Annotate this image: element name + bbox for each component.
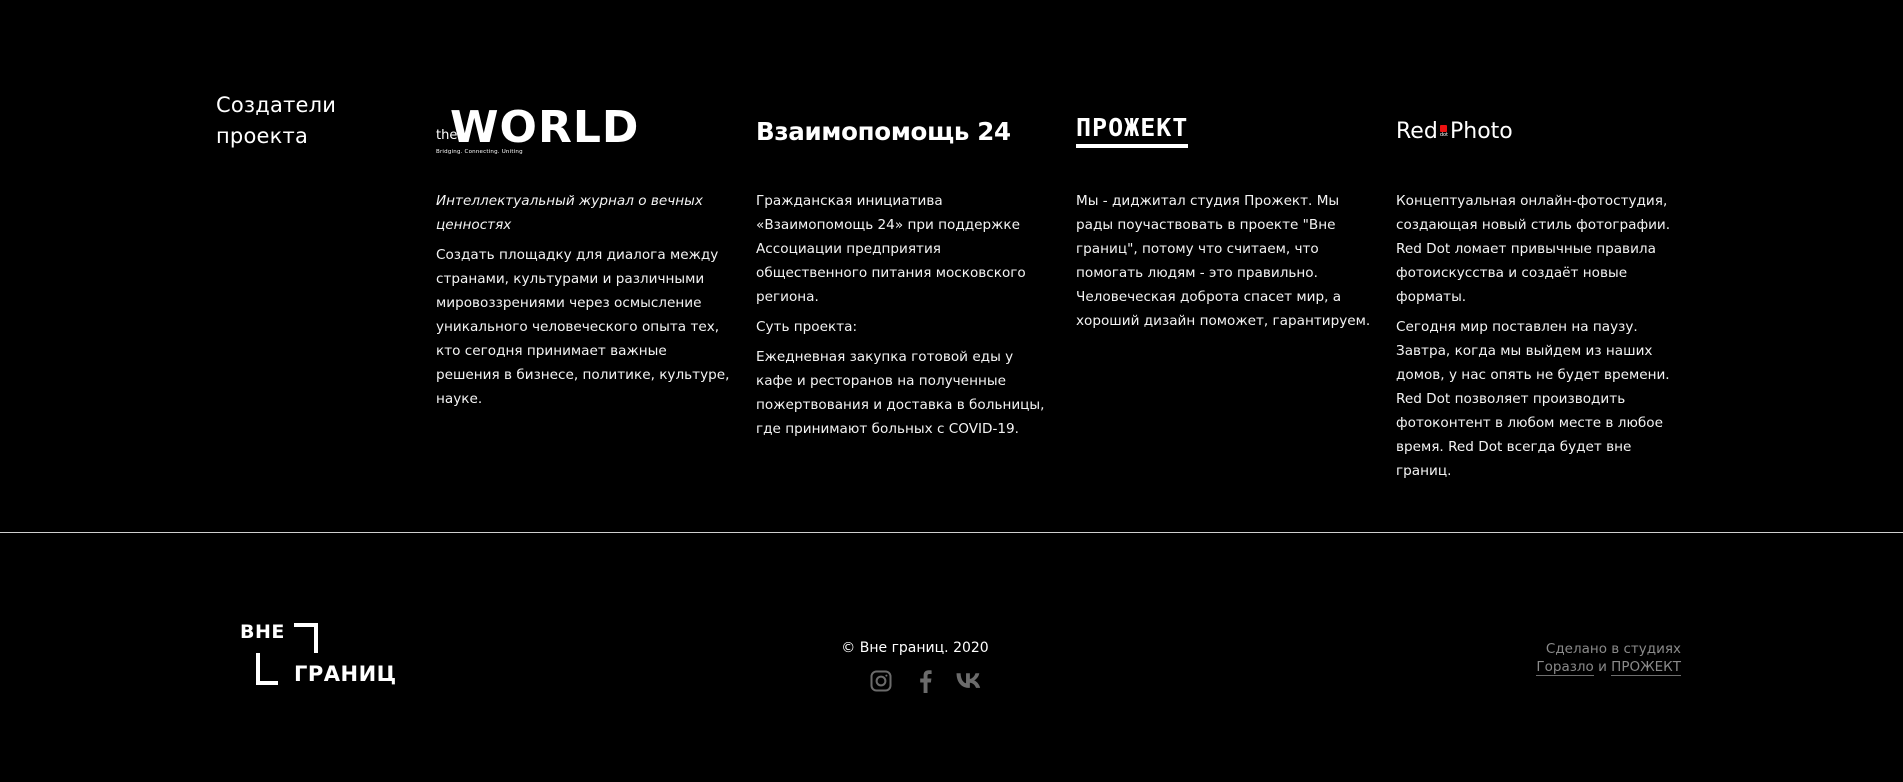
credits-line-2: Горазло и ПРОЖЕКТ	[1536, 658, 1681, 676]
social-links	[868, 668, 982, 694]
the-world-logo[interactable]: the WORLD Bridging. Connecting. Uniting	[436, 104, 731, 158]
red-dot-logo-left: Red	[1396, 118, 1438, 144]
partner-the-world: the WORLD Bridging. Connecting. Uniting …	[436, 104, 731, 411]
footer-divider	[0, 532, 1903, 533]
prozhekt-logo[interactable]: ПРОЖЕКТ	[1076, 104, 1371, 158]
vzaimopomosch-essence-label: Суть проекта:	[756, 319, 858, 335]
facebook-link[interactable]	[912, 668, 938, 694]
instagram-link[interactable]	[868, 668, 894, 694]
the-world-logo-big: WORLD	[450, 102, 640, 153]
red-dot-photo-logo[interactable]: Red dot Photo	[1396, 104, 1691, 158]
partner-red-dot-photo: Red dot Photo Концептуальная онлайн-фото…	[1396, 104, 1691, 483]
the-world-subtitle: Интеллектуальный журнал о вечных ценност…	[436, 193, 703, 233]
red-dot-description-2: Сегодня мир поставлен на паузу. Завтра, …	[1396, 319, 1670, 479]
brand-frame-corner-top	[294, 623, 318, 653]
creators-title: Создатели проекта	[216, 93, 337, 148]
vk-icon	[956, 673, 981, 688]
credits-conjunction: и	[1598, 659, 1607, 675]
vzaimopomosch-essence: Ежедневная закупка готовой еды у кафе и …	[756, 349, 1045, 437]
instagram-icon	[870, 670, 892, 692]
prozhekt-logo-text: ПРОЖЕКТ	[1076, 114, 1189, 148]
brand-line-2: ГРАНИЦ	[294, 662, 397, 686]
partner-prozhekt: ПРОЖЕКТ Мы - диджитал студия Прожект. Мы…	[1076, 104, 1371, 333]
red-dot-logo-right: Photo	[1450, 118, 1513, 144]
credits: Сделано в студиях Горазло и ПРОЖЕКТ	[1536, 640, 1681, 676]
vzaimopomosch-intro: Гражданская инициатива «Взаимопомощь 24»…	[756, 193, 1026, 305]
brand-frame-corner-bottom	[256, 653, 278, 685]
partner-vzaimopomosch: Взаимопомощь 24 Гражданская инициатива «…	[756, 104, 1051, 441]
red-dot-logo-dot-text: dot	[1439, 131, 1449, 138]
prozhekt-description: Мы - диджитал студия Прожект. Мы рады по…	[1076, 193, 1371, 329]
facebook-icon	[920, 670, 932, 693]
red-dot-icon: dot	[1439, 124, 1449, 138]
vne-granits-logo[interactable]: ВНЕ ГРАНИЦ	[238, 617, 403, 691]
studio-link-gorazlo[interactable]: Горазло	[1536, 659, 1594, 676]
brand-line-1: ВНЕ	[240, 621, 285, 643]
studio-link-prozhekt[interactable]: ПРОЖЕКТ	[1611, 659, 1681, 676]
vzaimopomosch-logo[interactable]: Взаимопомощь 24	[756, 104, 1051, 158]
the-world-logo-tagline: Bridging. Connecting. Uniting	[436, 149, 523, 155]
vk-link[interactable]	[956, 668, 982, 694]
vzaimopomosch-logo-text: Взаимопомощь 24	[756, 116, 1011, 146]
copyright: © Вне границ. 2020	[841, 640, 989, 656]
credits-line-1: Сделано в студиях	[1545, 641, 1681, 657]
the-world-description: Создать площадку для диалога между стран…	[436, 247, 730, 407]
red-dot-description-1: Концептуальная онлайн-фотостудия, создаю…	[1396, 193, 1671, 305]
